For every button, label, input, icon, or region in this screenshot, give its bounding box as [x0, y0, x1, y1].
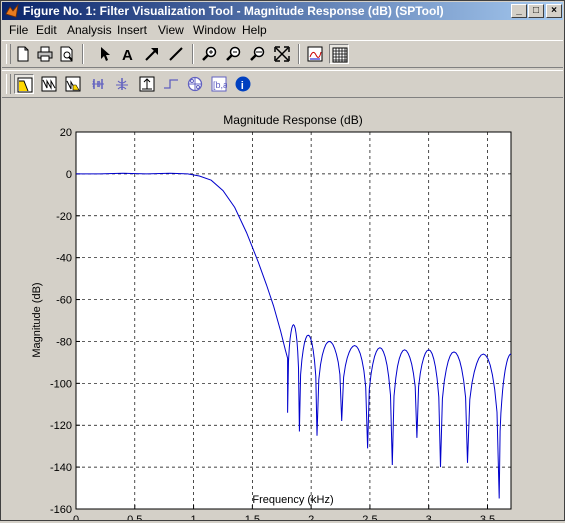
insert-arrow-icon — [145, 48, 158, 61]
insert-arrow-button[interactable] — [142, 44, 162, 64]
y-tick-label: -40 — [56, 253, 72, 265]
analysis-toolbar: [b,a] i — [2, 70, 563, 98]
window-title: Figure No. 1: Filter Visualization Tool … — [23, 4, 444, 18]
toolbar-separator — [192, 44, 194, 64]
x-tick-label: 2 — [308, 514, 314, 520]
x-axis-label: Frequency (kHz) — [252, 494, 333, 506]
y-tick-label: -140 — [50, 462, 72, 474]
y-tick-label: 0 — [66, 169, 72, 181]
svg-text:[b,a]: [b,a] — [213, 80, 227, 90]
insert-line-button[interactable] — [166, 44, 186, 64]
chart-title: Magnitude Response (dB) — [223, 113, 362, 127]
filter-coefficients-button[interactable]: [b,a] — [209, 74, 229, 94]
zoom-in-icon — [202, 46, 217, 61]
legend-icon — [307, 46, 323, 62]
phase-response-button[interactable] — [39, 74, 59, 94]
toolbar-grip[interactable] — [6, 74, 11, 94]
step-response-button[interactable] — [161, 74, 181, 94]
x-tick-label: 3.5 — [480, 514, 495, 520]
magnitude-response-button[interactable] — [14, 74, 34, 94]
figure-toolbar: A — [2, 40, 563, 68]
print-button[interactable] — [35, 44, 55, 64]
svg-text:i: i — [241, 80, 244, 92]
title-bar[interactable]: Figure No. 1: Filter Visualization Tool … — [2, 2, 563, 20]
insert-text-icon: A — [122, 47, 133, 62]
menu-help[interactable]: Help — [242, 23, 267, 37]
zoom-in-button[interactable] — [200, 44, 220, 64]
filter-info-icon: i — [235, 76, 251, 92]
y-tick-label: 20 — [60, 127, 72, 139]
axes-background — [75, 131, 512, 510]
x-tick-label: 2.5 — [362, 514, 377, 520]
figure-window: Figure No. 1: Filter Visualization Tool … — [0, 0, 565, 523]
filter-info-button[interactable]: i — [233, 74, 253, 94]
impulse-response-icon — [139, 76, 155, 92]
magnitude-phase-button[interactable] — [63, 74, 83, 94]
toolbar-separator — [82, 44, 84, 64]
magnitude-response-chart[interactable]: 0 0.5 1 1.5 2 2.5 3 3.5 20 0 -20 -40 -60 -80 -100 -120 -… — [2, 98, 563, 523]
x-tick-label: 1 — [191, 514, 197, 520]
menu-insert[interactable]: Insert — [117, 23, 147, 37]
toolbar-separator — [298, 44, 300, 64]
legend-button[interactable] — [305, 44, 325, 64]
x-tick-label: 0.5 — [127, 514, 142, 520]
select-button[interactable] — [95, 44, 115, 64]
y-tick-label: -160 — [50, 504, 72, 516]
magnitude-phase-icon — [65, 76, 81, 92]
phase-delay-button[interactable] — [112, 74, 132, 94]
print-preview-button[interactable] — [57, 44, 77, 64]
menu-analysis[interactable]: Analysis — [67, 23, 112, 37]
insert-text-button[interactable]: A — [118, 44, 138, 64]
step-response-icon — [164, 79, 178, 89]
menu-window[interactable]: Window — [193, 23, 236, 37]
zoom-x-icon — [250, 46, 265, 61]
close-button[interactable]: × — [546, 4, 562, 18]
menu-view[interactable]: View — [158, 23, 184, 37]
maximize-button[interactable]: □ — [528, 4, 544, 18]
menu-edit[interactable]: Edit — [36, 23, 57, 37]
print-preview-icon — [60, 46, 73, 62]
zoom-out-button[interactable] — [224, 44, 244, 64]
pole-zero-icon — [187, 76, 203, 92]
svg-text:A: A — [122, 47, 133, 62]
grid-icon — [332, 47, 348, 63]
menu-bar: File Edit Analysis Insert View Window He… — [2, 21, 563, 39]
zoom-out-icon — [226, 46, 241, 61]
group-delay-button[interactable] — [88, 74, 108, 94]
matlab-logo-icon — [5, 4, 19, 18]
phase-response-icon — [41, 76, 57, 92]
y-tick-label: -60 — [56, 295, 72, 307]
print-icon — [37, 46, 53, 62]
y-tick-label: -20 — [56, 211, 72, 223]
minimize-button[interactable]: _ — [511, 4, 527, 18]
pole-zero-button[interactable] — [185, 74, 205, 94]
y-axis-label: Magnitude (dB) — [31, 282, 43, 357]
x-tick-label: 1.5 — [245, 514, 260, 520]
insert-line-icon — [169, 47, 183, 61]
phase-delay-icon — [116, 78, 128, 90]
filter-coefficients-icon: [b,a] — [211, 76, 227, 92]
impulse-response-button[interactable] — [137, 74, 157, 94]
select-arrow-icon — [101, 47, 110, 61]
y-tick-label: -80 — [56, 336, 72, 348]
new-icon — [17, 46, 29, 62]
full-view-icon — [274, 46, 290, 62]
toolbar-grip[interactable] — [6, 44, 11, 64]
x-tick-label: 0 — [73, 514, 79, 520]
full-view-button[interactable] — [272, 44, 292, 64]
grid-button[interactable] — [329, 44, 349, 64]
group-delay-icon — [92, 79, 104, 89]
menu-file[interactable]: File — [9, 23, 28, 37]
new-figure-button[interactable] — [13, 44, 33, 64]
y-tick-label: -120 — [50, 420, 72, 432]
plot-area: 0 0.5 1 1.5 2 2.5 3 3.5 20 0 -20 -40 -60 -80 -100 -120 -… — [2, 98, 563, 523]
y-tick-label: -100 — [50, 378, 72, 390]
magnitude-response-icon — [17, 77, 33, 93]
x-tick-label: 3 — [426, 514, 432, 520]
zoom-x-button[interactable] — [248, 44, 268, 64]
